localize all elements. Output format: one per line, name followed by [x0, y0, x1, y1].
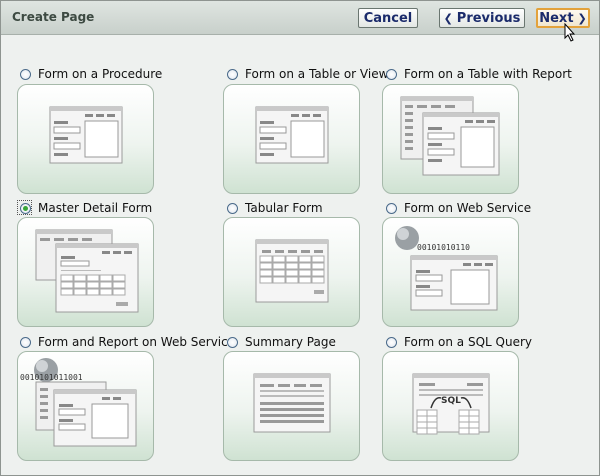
- radio-button[interactable]: [227, 202, 238, 214]
- option-form-sql-query[interactable]: Form on a SQL Query: [386, 335, 532, 349]
- radio-button-selected[interactable]: [17, 199, 32, 215]
- tabular-form-icon[interactable]: [223, 217, 360, 327]
- form-procedure-icon[interactable]: [17, 84, 154, 194]
- web-service-report-icon[interactable]: 0010101011001: [17, 351, 154, 461]
- master-detail-icon[interactable]: [17, 217, 154, 327]
- next-button[interactable]: Next ❯: [536, 8, 590, 28]
- summary-page-icon[interactable]: [223, 351, 360, 461]
- previous-button[interactable]: ❮ Previous: [439, 8, 525, 28]
- radio-button[interactable]: [386, 68, 397, 80]
- sql-label: SQL: [441, 396, 461, 406]
- header-bar: Create Page Cancel ❮ Previous Next ❯: [1, 1, 599, 35]
- radio-button[interactable]: [20, 336, 31, 348]
- form-table-icon[interactable]: [223, 84, 360, 194]
- option-tabular-form[interactable]: Tabular Form: [227, 201, 323, 215]
- cancel-button[interactable]: Cancel: [358, 8, 418, 28]
- form-report-icon[interactable]: [382, 84, 519, 194]
- radio-button[interactable]: [20, 68, 31, 80]
- create-page-dialog: Create Page Cancel ❮ Previous Next ❯ For…: [0, 0, 600, 476]
- sql-query-icon[interactable]: SQL: [382, 351, 519, 461]
- page-title: Create Page: [12, 10, 95, 24]
- option-form-table-view[interactable]: Form on a Table or View: [227, 67, 388, 81]
- option-form-procedure[interactable]: Form on a Procedure: [20, 67, 162, 81]
- chevron-right-icon: ❯: [577, 11, 587, 25]
- radio-button[interactable]: [386, 336, 397, 348]
- binary-text: 00101010110: [417, 243, 470, 252]
- binary-text: 0010101011001: [20, 373, 83, 382]
- radio-button[interactable]: [386, 202, 397, 214]
- web-service-form-icon[interactable]: 00101010110: [382, 217, 519, 327]
- radio-button[interactable]: [227, 336, 238, 348]
- radio-button[interactable]: [227, 68, 238, 80]
- option-form-report-web-service[interactable]: Form and Report on Web Service: [20, 335, 235, 349]
- mouse-cursor-icon: [564, 23, 576, 42]
- option-form-web-service[interactable]: Form on Web Service: [386, 201, 531, 215]
- chevron-left-icon: ❮: [443, 11, 453, 25]
- option-master-detail[interactable]: Master Detail Form: [17, 199, 152, 215]
- option-form-table-report[interactable]: Form on a Table with Report: [386, 67, 572, 81]
- option-summary-page[interactable]: Summary Page: [227, 335, 336, 349]
